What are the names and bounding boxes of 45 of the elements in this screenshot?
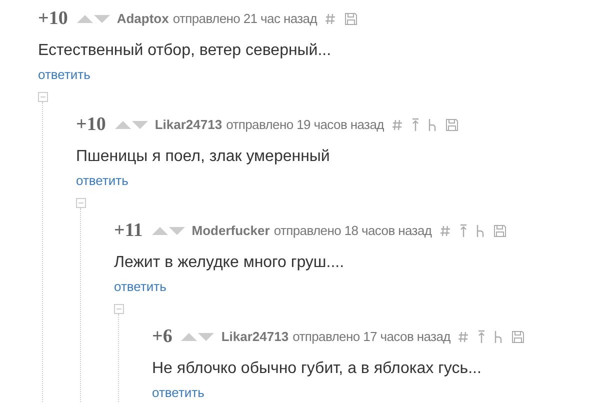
- comment-time: отправлено 18 часов назад: [274, 222, 432, 240]
- author-link[interactable]: Adaptox: [116, 9, 169, 29]
- upvote-icon[interactable]: [152, 227, 169, 235]
- comment-time: отправлено 17 часов назад: [292, 328, 450, 346]
- upvote-icon[interactable]: [76, 15, 94, 23]
- comment-text: Лежит в желудке много груш....: [114, 253, 344, 273]
- collapse-icon[interactable]: [76, 198, 86, 208]
- downvote-icon[interactable]: [198, 333, 216, 341]
- comment-text: Не яблочко обычно губит, а в яблоках гусь...: [152, 359, 482, 379]
- author-link[interactable]: Likar24713: [221, 327, 289, 347]
- hash-icon[interactable]: [325, 13, 336, 25]
- upvote-icon[interactable]: [114, 121, 132, 129]
- up-arrow-icon[interactable]: [478, 330, 486, 344]
- reply-link[interactable]: ответить: [38, 66, 90, 84]
- up-arrow-icon[interactable]: [460, 224, 467, 238]
- save-icon[interactable]: [345, 13, 357, 25]
- comment-time: отправлено 21 час назад: [172, 10, 317, 28]
- downvote-icon[interactable]: [132, 121, 149, 129]
- hash-icon[interactable]: [392, 119, 403, 131]
- collapse-icon[interactable]: [38, 92, 48, 102]
- reply-link[interactable]: ответить: [76, 172, 128, 190]
- comment-score: +10: [76, 112, 106, 137]
- comment-text: Естественный отбор, ветер северный...: [38, 41, 332, 61]
- comment-score: +10: [38, 6, 68, 31]
- save-icon[interactable]: [494, 225, 506, 237]
- hash-icon[interactable]: [458, 331, 470, 343]
- save-icon[interactable]: [446, 119, 458, 131]
- branch-icon[interactable]: [428, 118, 437, 132]
- reply-link[interactable]: ответить: [114, 278, 166, 296]
- comment-score: +11: [114, 218, 143, 243]
- comment-score: +6: [152, 324, 172, 349]
- collapse-icon[interactable]: [114, 304, 124, 314]
- save-icon[interactable]: [512, 331, 524, 343]
- branch-icon[interactable]: [494, 330, 504, 344]
- author-link[interactable]: Likar24713: [154, 115, 222, 135]
- downvote-icon[interactable]: [168, 227, 186, 235]
- up-arrow-icon[interactable]: [412, 118, 419, 132]
- downvote-icon[interactable]: [94, 15, 111, 23]
- comment-time: отправлено 19 часов назад: [226, 116, 384, 134]
- reply-link[interactable]: ответить: [152, 384, 204, 402]
- upvote-icon[interactable]: [181, 333, 198, 341]
- branch-icon[interactable]: [476, 224, 485, 238]
- author-link[interactable]: Moderfucker: [192, 221, 270, 241]
- hash-icon[interactable]: [440, 225, 451, 237]
- comment-text: Пшеницы я поел, злак умеренный: [76, 147, 330, 167]
